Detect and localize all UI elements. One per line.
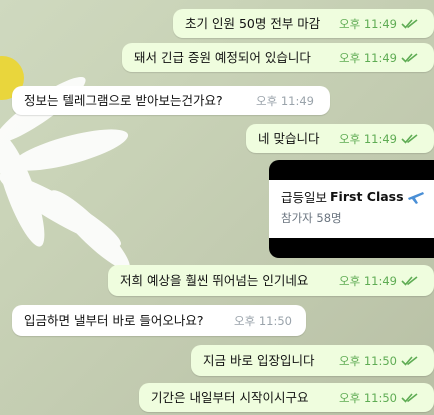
airplane-icon — [407, 191, 424, 204]
message-time: 오후 11:49 — [339, 131, 397, 146]
message-text: 돼서 긴급 증원 예정되어 있습니다 — [134, 49, 311, 65]
message-meta: 오후 11:50 — [339, 390, 418, 406]
double-check-icon — [401, 356, 418, 366]
message-bubble[interactable]: 입금하면 낼부터 바로 들어오나요? 오후 11:50 — [12, 305, 306, 336]
channel-card-body: 급등일보 First Class 참가자 58명 — [269, 180, 434, 238]
channel-link-card[interactable]: 급등일보 First Class 참가자 58명 — [269, 160, 434, 258]
message-time: 오후 11:49 — [256, 93, 314, 108]
double-check-icon — [401, 134, 418, 144]
message-time: 오후 11:50 — [339, 390, 397, 405]
message-text: 저희 예상을 훨씬 뛰어넘는 인기네요 — [120, 272, 309, 288]
channel-name-bold: First Class — [330, 189, 404, 204]
message-meta: 오후 11:50 — [339, 353, 418, 369]
message-bubble[interactable]: 저희 예상을 훨씬 뛰어넘는 인기네요 오후 11:49 — [108, 265, 434, 296]
message-text: 네 맞습니다 — [258, 130, 320, 146]
message-bubble[interactable]: 초기 인원 50명 전부 마감 오후 11:49 — [173, 9, 434, 38]
double-check-icon — [401, 393, 418, 403]
channel-members: 참가자 58명 — [281, 211, 342, 225]
message-bubble[interactable]: 지금 바로 입장입니다 오후 11:50 — [191, 345, 434, 376]
double-check-icon — [401, 276, 418, 286]
message-meta: 오후 11:49 — [339, 131, 418, 147]
message-meta: 오후 11:49 — [339, 273, 418, 289]
message-bubble[interactable]: 네 맞습니다 오후 11:49 — [246, 124, 434, 153]
message-text: 초기 인원 50명 전부 마감 — [185, 15, 321, 31]
message-text: 지금 바로 입장입니다 — [203, 352, 315, 368]
chat-area: 초기 인원 50명 전부 마감 오후 11:49 돼서 긴급 증원 예정되어 있… — [0, 0, 434, 415]
message-meta: 오후 11:50 — [234, 313, 292, 329]
message-time: 오후 11:49 — [339, 16, 397, 31]
message-time: 오후 11:50 — [234, 313, 292, 328]
message-meta: 오후 11:49 — [339, 16, 418, 32]
channel-title: 급등일보 First Class — [281, 187, 425, 206]
message-time: 오후 11:50 — [339, 353, 397, 368]
message-meta: 오후 11:49 — [339, 50, 418, 66]
message-meta: 오후 11:49 — [256, 93, 314, 109]
message-text: 정보는 텔레그램으로 받아보는건가요? — [24, 92, 223, 108]
message-bubble[interactable]: 정보는 텔레그램으로 받아보는건가요? 오후 11:49 — [12, 86, 330, 115]
message-time: 오후 11:49 — [339, 50, 397, 65]
channel-name-prefix: 급등일보 — [281, 190, 328, 205]
message-text: 기간은 내일부터 시작이시구요 — [151, 389, 309, 405]
message-time: 오후 11:49 — [339, 273, 397, 288]
double-check-icon — [401, 53, 418, 63]
message-text: 입금하면 낼부터 바로 들어오나요? — [24, 312, 204, 328]
message-bubble[interactable]: 돼서 긴급 증원 예정되어 있습니다 오후 11:49 — [122, 43, 434, 72]
message-bubble[interactable]: 기간은 내일부터 시작이시구요 오후 11:50 — [139, 383, 434, 412]
double-check-icon — [401, 19, 418, 29]
